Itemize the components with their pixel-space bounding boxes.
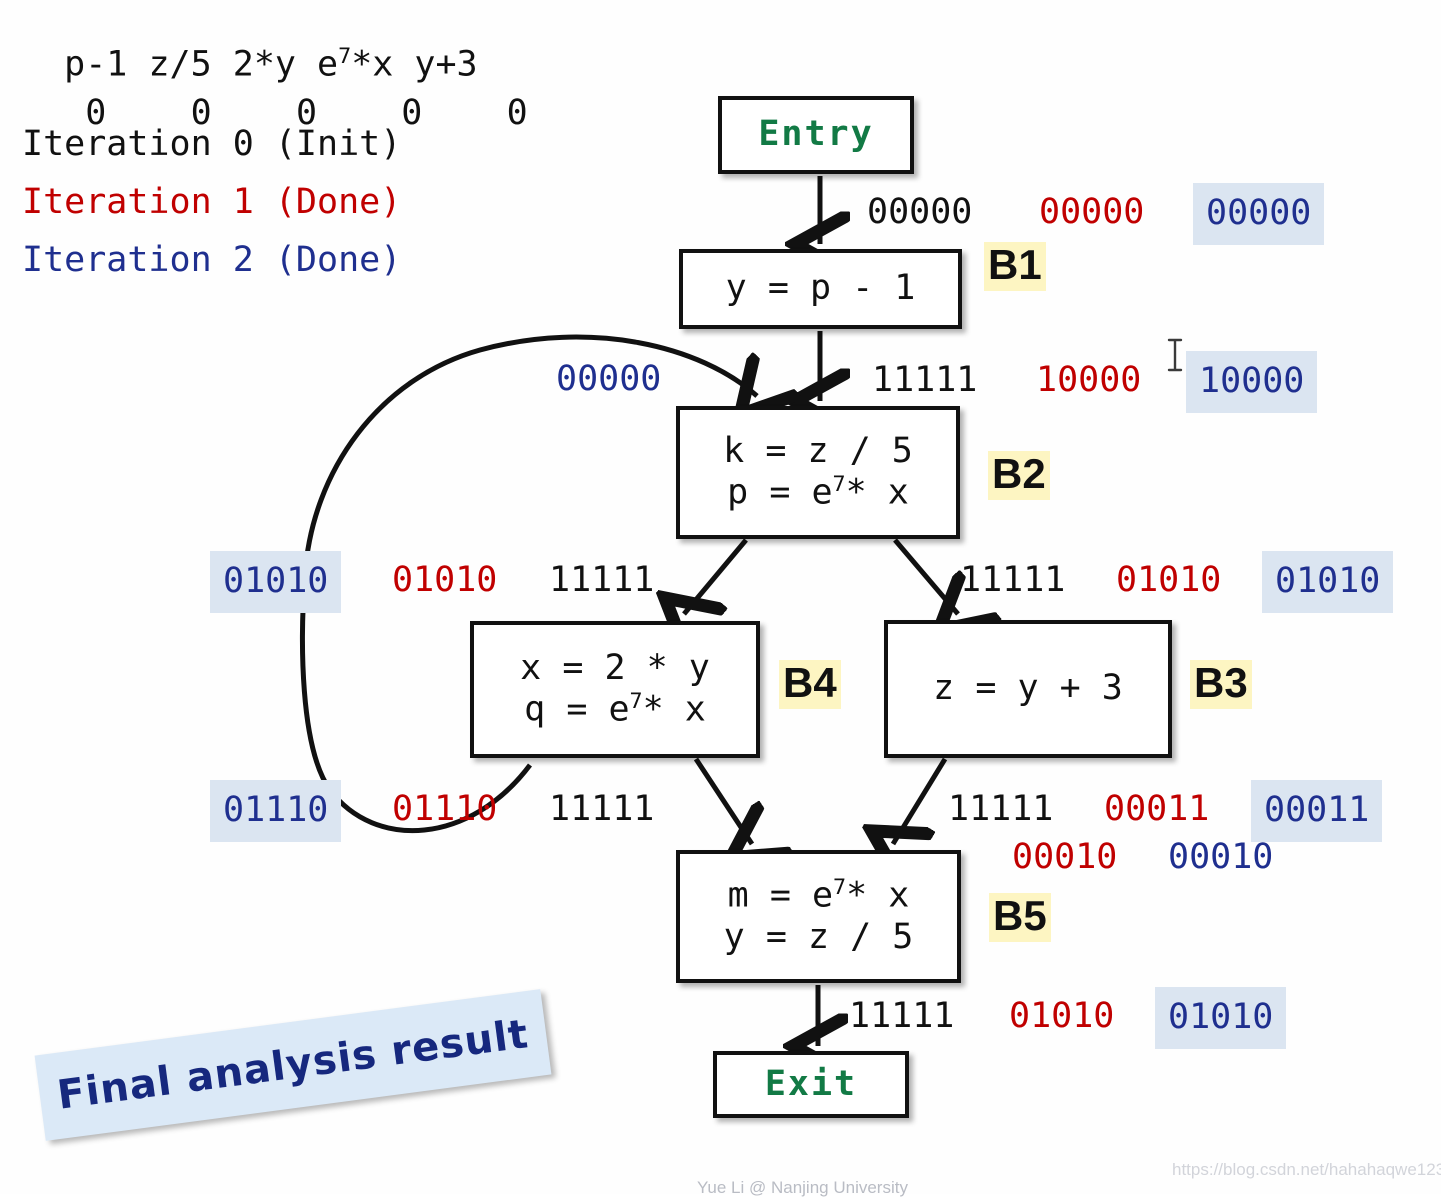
annot-b5-out-iter1: 01010 xyxy=(1009,996,1115,1036)
cfg-node-exit[interactable]: Exit xyxy=(713,1051,909,1118)
cfg-node-b3[interactable]: z = y + 3 xyxy=(884,620,1172,758)
annot-entry-out-iter0: 00000 xyxy=(867,192,973,232)
footer-watermark: https://blog.csdn.net/hahahaqwe123 xyxy=(1172,1160,1441,1179)
node-entry-label: Entry xyxy=(758,114,874,155)
annot-b3-out-right-iter1: 00011 xyxy=(1104,789,1210,829)
node-b1-stmt-0: y = p - 1 xyxy=(725,268,916,309)
node-b4-stmt-0: x = 2 * y xyxy=(520,647,710,688)
annot-b3-out-right-iter0: 11111 xyxy=(948,789,1054,829)
block-label-b2: B2 xyxy=(988,451,1050,500)
text-cursor-icon xyxy=(1167,338,1183,372)
final-analysis-callout: Final analysis result xyxy=(34,989,552,1141)
legend-iteration-0: Iteration 0 (Init) xyxy=(22,124,402,164)
node-b4-stmt-1: q = e7* x xyxy=(524,689,706,730)
block-label-b1: B1 xyxy=(984,242,1046,291)
annot-b2-out-left-iter0: 11111 xyxy=(549,560,655,600)
legend-bit-indices-row: 0 0 0 0 0 xyxy=(22,53,528,133)
annot-b4-out-left-iter0: 11111 xyxy=(549,789,655,829)
annot-b2-out-right-iter1: 01010 xyxy=(1116,560,1222,600)
cfg-node-b4[interactable]: x = 2 * y q = e7* x xyxy=(470,621,760,758)
legend-iteration-1: Iteration 1 (Done) xyxy=(22,182,402,222)
edge-b3-b5 xyxy=(893,757,948,844)
annot-b4-out-left-iter2: 01110 xyxy=(210,780,342,842)
annot-b5-out-iter0: 11111 xyxy=(849,996,955,1036)
cfg-node-entry[interactable]: Entry xyxy=(718,96,914,174)
annot-b2-out-right-iter2: 01010 xyxy=(1262,551,1394,613)
edge-b4-b5 xyxy=(693,757,752,844)
cfg-node-b2[interactable]: k = z / 5 p = e7* x xyxy=(676,406,960,539)
annot-b1-out-iter2: 10000 xyxy=(1186,351,1318,413)
annot-b2-out-left-iter2: 01010 xyxy=(210,551,342,613)
node-b2-stmt-0: k = z / 5 xyxy=(723,430,913,471)
final-analysis-callout-text: Final analysis result xyxy=(54,1011,532,1119)
footer-credit: Yue Li @ Nanjing University xyxy=(697,1178,908,1197)
annot-b2-out-right-iter0: 11111 xyxy=(960,560,1066,600)
annot-b2-out-left-iter1: 01010 xyxy=(392,560,498,600)
node-b2-stmt-1: p = e7* x xyxy=(727,472,909,513)
node-exit-label: Exit xyxy=(764,1063,858,1104)
annot-b4-to-b5-iter1: 00010 xyxy=(1012,837,1118,877)
cfg-node-b1[interactable]: y = p - 1 xyxy=(679,249,962,329)
annot-b5-out-iter2: 01010 xyxy=(1155,987,1287,1049)
annot-entry-out-iter1: 00000 xyxy=(1039,192,1145,232)
block-label-b5: B5 xyxy=(989,893,1051,942)
legend-iteration-2: Iteration 2 (Done) xyxy=(22,240,402,280)
edge-b2-b4 xyxy=(684,538,748,614)
annot-b4-out-left-iter1: 01110 xyxy=(392,789,498,829)
annot-b1-out-iter0: 11111 xyxy=(872,360,978,400)
node-b3-stmt-0: z = y + 3 xyxy=(933,668,1123,709)
annot-b3-out-right-iter2: 00011 xyxy=(1251,780,1383,842)
annot-b1-out-iter1: 10000 xyxy=(1036,360,1142,400)
edge-b2-b3 xyxy=(893,538,958,614)
annot-b4-to-b5-iter2: 00010 xyxy=(1168,837,1274,877)
block-label-b4: B4 xyxy=(779,660,841,709)
annot-backedge-iter2: 00000 xyxy=(556,359,662,399)
block-label-b3: B3 xyxy=(1190,660,1252,709)
annot-entry-out-iter2: 00000 xyxy=(1193,183,1325,245)
cfg-node-b5[interactable]: m = e7* x y = z / 5 xyxy=(676,850,961,983)
node-b5-stmt-0: m = e7* x xyxy=(727,874,910,916)
node-b5-stmt-1: y = z / 5 xyxy=(723,916,914,957)
